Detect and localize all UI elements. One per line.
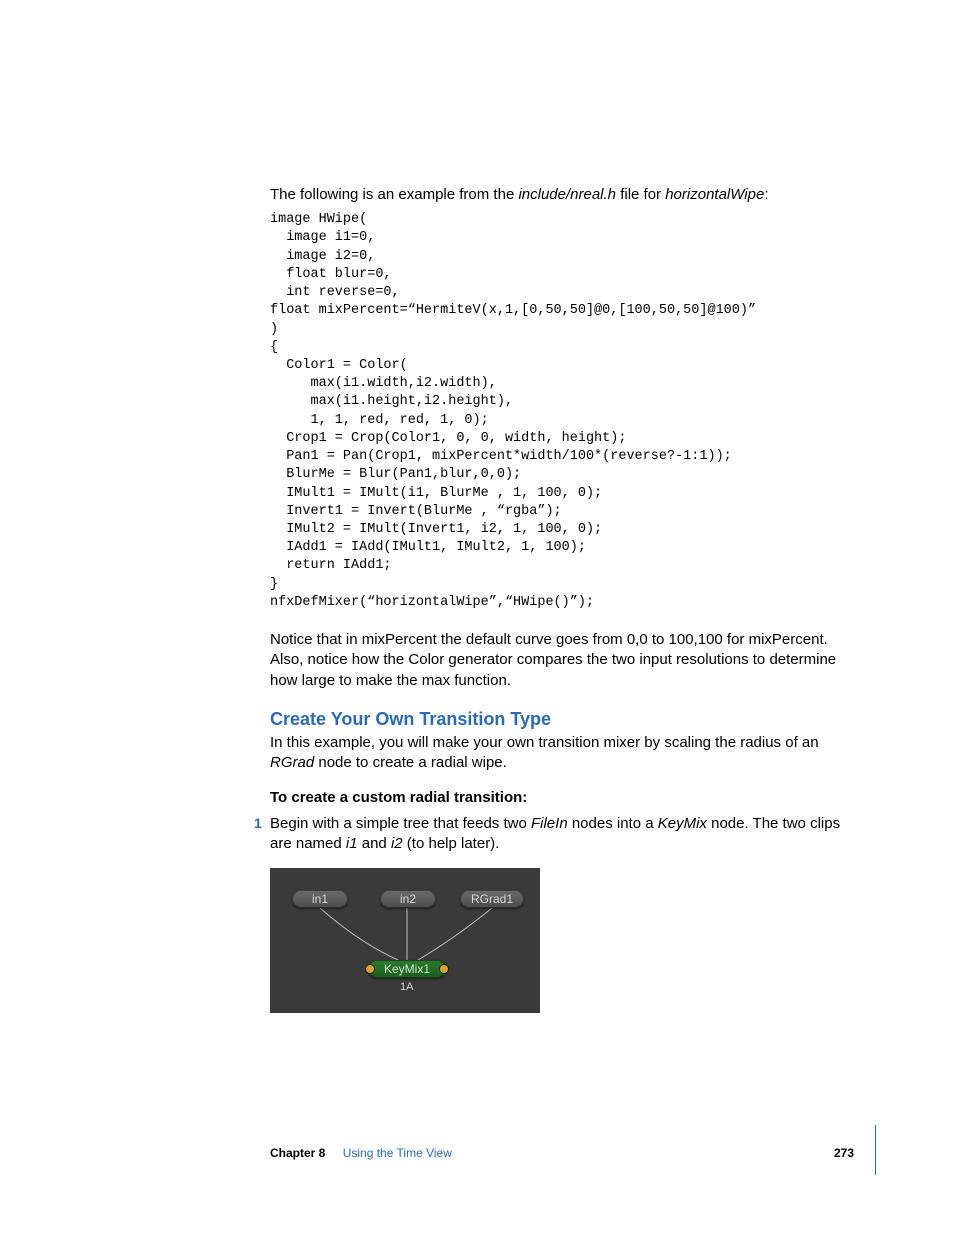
- intro-mid: file for: [616, 186, 665, 203]
- intro-name: horizontalWipe: [665, 186, 764, 203]
- intro-paragraph: The following is an example from the inc…: [270, 185, 854, 205]
- node-sublabel: 1A: [400, 980, 413, 995]
- section-heading: Create Your Own Transition Type: [270, 707, 854, 731]
- section-body-before: In this example, you will make your own …: [270, 734, 819, 751]
- footer-title: Using the Time View: [343, 1146, 452, 1160]
- node-label-text: in2: [400, 891, 416, 907]
- section-body-after: node to create a radial wipe.: [314, 754, 507, 771]
- step-italic: i1: [346, 835, 358, 852]
- section-body: In this example, you will make your own …: [270, 733, 854, 774]
- node-label-text: RGrad1: [471, 891, 513, 907]
- footer-page-number: 273: [834, 1145, 854, 1161]
- footer-rule: [875, 1125, 876, 1175]
- step-heading: To create a custom radial transition:: [270, 788, 854, 808]
- step-frag: and: [358, 835, 391, 852]
- notice-paragraph: Notice that in mixPercent the default cu…: [270, 630, 854, 691]
- knob-icon: [366, 965, 374, 973]
- step-frag: nodes into a: [568, 815, 658, 832]
- node-rgrad: RGrad1: [460, 890, 524, 908]
- step-number: 1: [254, 814, 270, 833]
- step-1: 1 Begin with a simple tree that feeds tw…: [270, 814, 854, 855]
- node-keymix: KeyMix1: [368, 960, 446, 978]
- step-italic: KeyMix: [658, 815, 707, 832]
- intro-file: include/nreal.h: [518, 186, 616, 203]
- step-italic: FileIn: [531, 815, 568, 832]
- step-text: Begin with a simple tree that feeds two …: [270, 814, 854, 855]
- node-label-text: KeyMix1: [384, 961, 430, 977]
- section-body-italic: RGrad: [270, 754, 314, 771]
- node-in1: in1: [292, 890, 348, 908]
- step-frag: (to help later).: [403, 835, 500, 852]
- step-frag: Begin with a simple tree that feeds two: [270, 815, 531, 832]
- node-in2: in2: [380, 890, 436, 908]
- page-footer: Chapter 8 Using the Time View 273: [270, 1145, 854, 1161]
- code-block: image HWipe( image i1=0, image i2=0, flo…: [270, 211, 854, 612]
- node-tree-figure: in1 in2 RGrad1 KeyMix1 1A: [270, 868, 540, 1013]
- node-label-text: in1: [312, 891, 328, 907]
- footer-chapter: Chapter 8: [270, 1146, 325, 1160]
- intro-suffix: :: [764, 186, 768, 203]
- intro-prefix: The following is an example from the: [270, 186, 518, 203]
- step-italic: i2: [391, 835, 403, 852]
